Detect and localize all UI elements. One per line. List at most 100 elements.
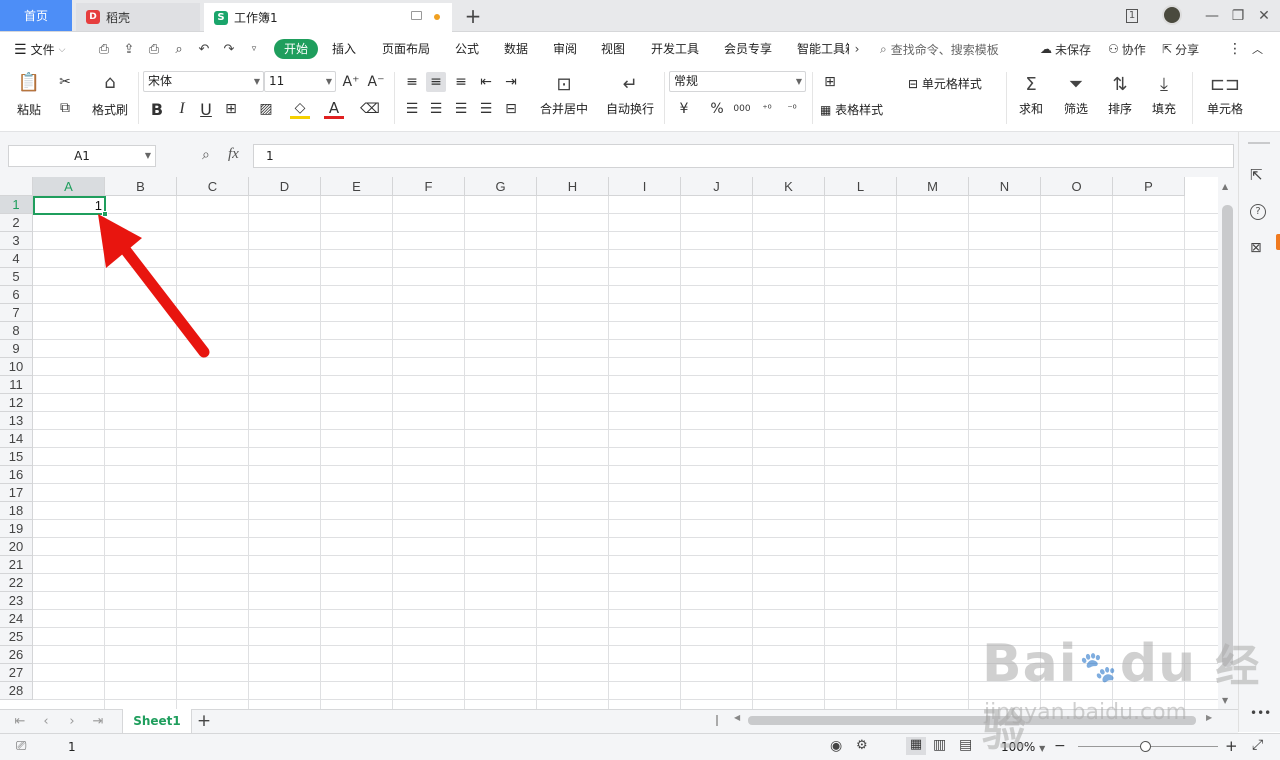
formula-input[interactable]: 1 <box>253 144 1234 168</box>
column-header-e[interactable]: E <box>321 177 393 196</box>
tab-page-layout[interactable]: 页面布局 <box>382 41 430 57</box>
number-format-select[interactable]: 常规 ▼ <box>669 71 806 92</box>
display-settings-icon[interactable]: ⚙ <box>856 738 868 753</box>
minimize-button[interactable]: — <box>1202 4 1222 28</box>
notification-tab[interactable] <box>1276 234 1280 250</box>
print-preview-icon[interactable]: ⌕ <box>170 40 188 58</box>
align-center-icon[interactable]: ☰ <box>426 99 446 119</box>
tab-formulas[interactable]: 公式 <box>455 41 479 57</box>
sheet-tab-sheet1[interactable]: Sheet1 <box>122 709 192 733</box>
page-layout-view-icon[interactable]: ▥ <box>933 737 946 753</box>
row-header-10[interactable]: 10 <box>0 358 33 376</box>
tab-workbook[interactable]: S 工作簿1 <box>204 3 452 32</box>
row-header-1[interactable]: 1 <box>0 196 33 214</box>
column-header-p[interactable]: P <box>1113 177 1185 196</box>
filter-button[interactable]: ⏷ 筛选 <box>1058 72 1094 117</box>
wrap-text-button[interactable]: ↵ 自动换行 <box>601 72 659 117</box>
increase-indent-icon[interactable]: ⇥ <box>501 72 521 92</box>
column-header-a[interactable]: A <box>33 177 105 196</box>
share-button[interactable]: ⇱ 分享 <box>1162 40 1199 58</box>
column-header-o[interactable]: O <box>1041 177 1113 196</box>
row-header-13[interactable]: 13 <box>0 412 33 430</box>
font-name-select[interactable]: 宋体 ▼ <box>143 71 264 92</box>
last-sheet-icon[interactable]: ⇥ <box>90 712 106 730</box>
increase-decimal-icon[interactable]: ⁺⁰ <box>757 99 777 119</box>
sort-button[interactable]: ⇅ 排序 <box>1102 72 1138 117</box>
tab-start[interactable]: 开始 <box>274 39 318 59</box>
column-header-n[interactable]: N <box>969 177 1041 196</box>
fill-color-icon[interactable]: ◇ <box>290 99 310 119</box>
decrease-font-icon[interactable]: A⁻ <box>366 72 386 92</box>
unsaved-button[interactable]: ☁ 未保存 <box>1040 40 1091 58</box>
thousands-button[interactable]: 000 <box>732 99 752 119</box>
quick-access-more-icon[interactable]: ▿ <box>245 40 263 58</box>
next-sheet-icon[interactable]: › <box>64 712 80 730</box>
table-style-button[interactable]: ▦ 表格样式 <box>820 101 883 118</box>
copy-icon[interactable]: ⧉ <box>55 98 75 118</box>
align-middle-icon[interactable]: ≡ <box>426 72 446 92</box>
tab-insert[interactable]: 插入 <box>332 41 356 57</box>
row-header-19[interactable]: 19 <box>0 520 33 538</box>
new-tab-button[interactable]: + <box>462 4 484 28</box>
conditional-format-icon[interactable]: ⊞ <box>820 72 840 92</box>
font-color-button[interactable]: A <box>324 99 344 119</box>
prev-sheet-icon[interactable]: ‹ <box>38 712 54 730</box>
percent-button[interactable]: % <box>707 99 727 119</box>
column-header-d[interactable]: D <box>249 177 321 196</box>
merge-center-button[interactable]: ⊡ 合并居中 <box>533 72 595 117</box>
command-search[interactable]: ⌕ 查找命令、搜索模板 <box>880 40 999 58</box>
row-header-28[interactable]: 28 <box>0 682 33 700</box>
export-pdf-icon[interactable]: ⇪ <box>120 40 138 58</box>
row-header-18[interactable]: 18 <box>0 502 33 520</box>
row-header-8[interactable]: 8 <box>0 322 33 340</box>
decrease-decimal-icon[interactable]: ⁻⁰ <box>782 99 802 119</box>
pin-icon[interactable] <box>411 11 422 20</box>
row-header-22[interactable]: 22 <box>0 574 33 592</box>
tab-member[interactable]: 会员专享 <box>724 41 772 57</box>
column-header-m[interactable]: M <box>897 177 969 196</box>
column-header-i[interactable]: I <box>609 177 681 196</box>
align-top-icon[interactable]: ≡ <box>402 72 422 92</box>
column-header-k[interactable]: K <box>753 177 825 196</box>
undo-icon[interactable]: ↶ <box>195 40 213 58</box>
paste-button[interactable]: 📋 粘贴 <box>10 70 48 118</box>
tab-review[interactable]: 审阅 <box>553 41 577 57</box>
close-button[interactable]: ✕ <box>1254 4 1274 28</box>
row-header-23[interactable]: 23 <box>0 592 33 610</box>
row-header-26[interactable]: 26 <box>0 646 33 664</box>
decrease-indent-icon[interactable]: ⇤ <box>476 72 496 92</box>
vertical-scroll-thumb[interactable] <box>1222 205 1233 667</box>
add-sheet-button[interactable]: + <box>196 711 212 731</box>
tab-developer[interactable]: 开发工具 <box>651 41 699 57</box>
column-header-j[interactable]: J <box>681 177 753 196</box>
normal-view-icon[interactable]: ▦ <box>906 737 926 755</box>
row-header-25[interactable]: 25 <box>0 628 33 646</box>
cells-button[interactable]: ⊏⊐ 单元格 <box>1202 72 1248 117</box>
redo-icon[interactable]: ↷ <box>220 40 238 58</box>
currency-button[interactable]: ¥ <box>674 99 694 119</box>
format-painter-button[interactable]: ⌂ 格式刷 <box>88 70 132 118</box>
distribute-icon[interactable]: ⊟ <box>501 99 521 119</box>
tab-smart-tools[interactable]: 智能工具箱 <box>797 41 849 57</box>
restore-button[interactable]: ❐ <box>1228 4 1248 28</box>
scroll-up-icon[interactable]: ▲ <box>1222 182 1228 191</box>
collab-button[interactable]: ⚇ 协作 <box>1108 40 1146 58</box>
column-header-b[interactable]: B <box>105 177 177 196</box>
row-header-7[interactable]: 7 <box>0 304 33 322</box>
column-header-c[interactable]: C <box>177 177 249 196</box>
fill-pattern-icon[interactable]: ▨ <box>256 99 276 119</box>
row-header-15[interactable]: 15 <box>0 448 33 466</box>
font-size-select[interactable]: 11 ▼ <box>264 71 336 92</box>
column-header-h[interactable]: H <box>537 177 609 196</box>
more-menu-button[interactable]: ⋮ <box>1228 40 1242 58</box>
increase-font-icon[interactable]: A⁺ <box>341 72 361 92</box>
row-header-5[interactable]: 5 <box>0 268 33 286</box>
print-icon[interactable]: ⎙ <box>145 40 163 58</box>
page-break-view-icon[interactable]: ▤ <box>959 737 972 753</box>
split-handle[interactable] <box>716 715 718 726</box>
select-all-corner[interactable] <box>0 177 33 196</box>
cell-style-button[interactable]: ⊟ 单元格样式 <box>908 75 982 92</box>
tab-data[interactable]: 数据 <box>504 41 528 57</box>
function-button[interactable]: fx <box>228 146 239 163</box>
cut-icon[interactable]: ✂ <box>55 72 75 92</box>
